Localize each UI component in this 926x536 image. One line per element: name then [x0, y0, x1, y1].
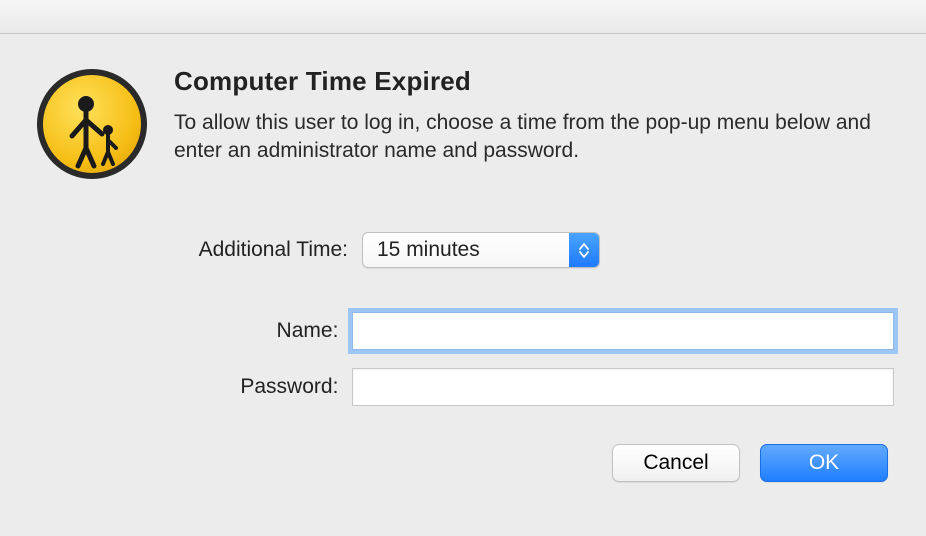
cancel-button[interactable]: Cancel: [612, 444, 740, 482]
password-input[interactable]: [352, 368, 894, 406]
dialog-body: Computer Time Expired To allow this user…: [0, 34, 926, 510]
name-row: Name:: [32, 312, 894, 350]
dialog-title: Computer Time Expired: [174, 66, 894, 97]
chevron-up-down-icon: [569, 233, 599, 267]
additional-time-value: 15 minutes: [363, 233, 569, 267]
parental-controls-icon: [36, 68, 148, 180]
additional-time-select[interactable]: 15 minutes: [362, 232, 600, 268]
button-row: Cancel OK: [32, 444, 894, 482]
name-input[interactable]: [352, 312, 894, 350]
dialog-description: To allow this user to log in, choose a t…: [174, 109, 894, 166]
dialog-text: Computer Time Expired To allow this user…: [174, 66, 894, 166]
name-label: Name:: [32, 319, 352, 343]
dialog-header-row: Computer Time Expired To allow this user…: [32, 66, 894, 180]
window-titlebar: [0, 0, 926, 34]
ok-button[interactable]: OK: [760, 444, 888, 482]
additional-time-row: Additional Time: 15 minutes: [32, 232, 894, 268]
password-row: Password:: [32, 368, 894, 406]
password-label: Password:: [32, 375, 352, 399]
additional-time-label: Additional Time:: [32, 238, 362, 262]
